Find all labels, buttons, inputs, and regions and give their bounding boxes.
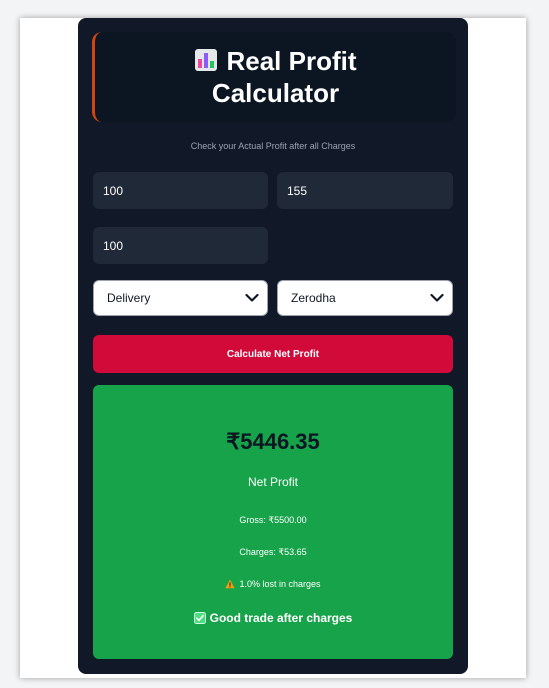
buy-price-input[interactable] bbox=[93, 172, 268, 209]
bar-chart-icon bbox=[195, 49, 218, 71]
chevron-down-icon bbox=[430, 293, 444, 302]
subtitle: Check your Actual Profit after all Charg… bbox=[190, 141, 356, 151]
warning-icon bbox=[225, 579, 236, 589]
charges-percent-text: 1.0% lost in charges bbox=[239, 579, 321, 589]
chevron-down-icon bbox=[245, 293, 259, 302]
broker-value: Zerodha bbox=[291, 291, 336, 305]
trade-type-value: Delivery bbox=[107, 291, 151, 305]
net-profit-amount: ₹5446.35 bbox=[226, 429, 320, 454]
checkbox-checked-icon bbox=[193, 612, 206, 624]
title-text: Real Profit Calculator bbox=[211, 46, 357, 108]
charges-percent-note: 1.0% lost in charges bbox=[93, 579, 453, 589]
sell-price-input[interactable] bbox=[277, 172, 453, 209]
charges-value: Charges: ₹53.65 bbox=[239, 547, 307, 557]
quantity-input[interactable] bbox=[93, 227, 268, 264]
calculator-card: Real Profit Calculator Check your Actual… bbox=[78, 18, 468, 674]
header-panel: Real Profit Calculator bbox=[92, 32, 456, 122]
page-title: Real Profit Calculator bbox=[166, 45, 386, 109]
gross-value: Gross: ₹5500.00 bbox=[239, 515, 307, 525]
net-profit-label: Net Profit bbox=[247, 475, 298, 489]
trade-type-select[interactable]: Delivery bbox=[93, 280, 268, 316]
verdict-text: Good trade after charges bbox=[209, 611, 353, 625]
result-panel: ₹5446.35 Net Profit Gross: ₹5500.00 Char… bbox=[93, 385, 453, 659]
calculate-button[interactable]: Calculate Net Profit bbox=[93, 335, 453, 373]
verdict-note: Good trade after charges bbox=[93, 611, 453, 625]
broker-select[interactable]: Zerodha bbox=[277, 280, 453, 316]
